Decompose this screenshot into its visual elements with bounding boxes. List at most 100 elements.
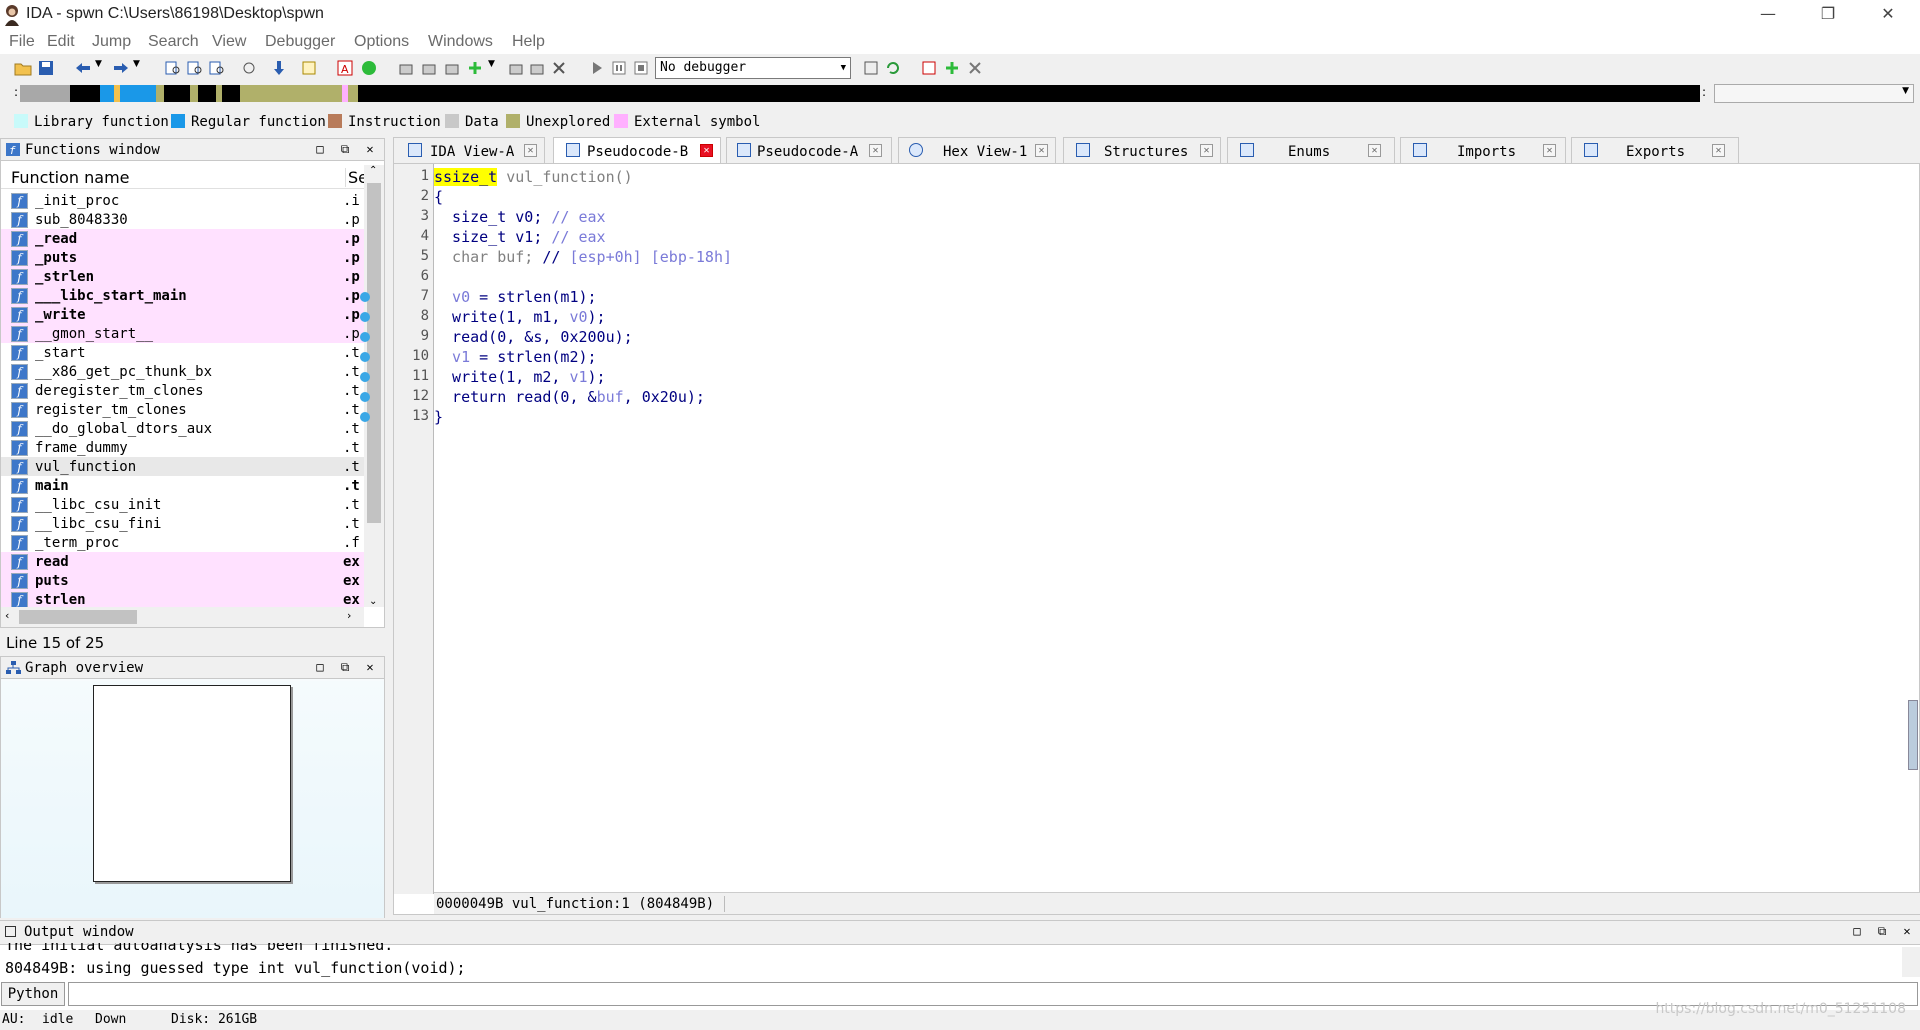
column-function-name[interactable]: Function name [11,168,130,187]
function-row[interactable]: f _puts .p [1,248,364,267]
breakpoint-dot-icon[interactable] [360,372,370,382]
tab-imports[interactable]: Imports ✕ [1400,137,1566,163]
menu-debugger[interactable]: Debugger [265,33,335,51]
function-row[interactable]: f strlen ex [1,590,364,607]
tab-structures[interactable]: Structures ✕ [1063,137,1221,163]
menu-view[interactable]: View [212,33,246,51]
functions-vertical-scrollbar[interactable]: ⌃ ⌄ [364,165,384,607]
function-row[interactable]: f puts ex [1,571,364,590]
menu-help[interactable]: Help [512,33,545,51]
pseudocode-editor[interactable]: 1 2 3 4 5 6 7 8 9 10 11 12 13 ssize_t vul_function()… [360,163,1920,915]
scrollbar-thumb[interactable] [367,183,381,523]
data-icon[interactable] [420,59,438,77]
code-line-6[interactable] [434,268,443,286]
breakpoint-dot-icon[interactable] [360,312,370,322]
code-line-3[interactable]: size_t v0; // eax [434,208,606,226]
menu-file[interactable]: File [9,33,35,51]
tab-exports[interactable]: Exports ✕ [1571,137,1739,163]
function-row[interactable]: f __libc_csu_fini .t [1,514,364,533]
tab-close-icon[interactable]: ✕ [1200,144,1213,157]
function-row[interactable]: f __libc_csu_init .t [1,495,364,514]
search-immediate-icon[interactable] [208,59,226,77]
undefine-icon[interactable] [443,59,461,77]
code-line-12[interactable]: return read(0, &buf, 0x20u); [434,388,705,406]
scroll-down-icon[interactable]: ⌄ [369,596,377,607]
function-row[interactable]: f deregister_tm_clones .t [1,381,364,400]
code-line-9[interactable]: read(0, &s, 0x200u); [434,328,633,346]
code-line-7[interactable]: v0 = strlen(m1); [434,288,597,306]
breakpoint-dot-icon[interactable] [360,352,370,362]
menu-jump[interactable]: Jump [92,33,131,51]
function-row[interactable]: f __x86_get_pc_thunk_bx .t [1,362,364,381]
green-circle-icon[interactable] [360,59,378,77]
function-row[interactable]: f vul_function .t [1,457,364,476]
menu-edit[interactable]: Edit [47,33,75,51]
float-icon[interactable]: ⧉ [338,660,352,674]
functions-horizontal-scrollbar[interactable]: ‹ › [1,607,364,627]
output-scrollbar[interactable] [1902,947,1920,977]
tab-close-icon[interactable]: ✕ [1543,144,1556,157]
tab-close-icon[interactable]: ✕ [700,144,713,157]
code-line-13[interactable]: } [434,408,443,426]
function-row[interactable]: f sub_8048330 .p [1,210,364,229]
graph-overview-canvas[interactable] [1,681,384,918]
maximize-icon[interactable]: □ [1850,924,1864,938]
enum-icon[interactable] [528,59,546,77]
scroll-left-icon[interactable]: ‹ [5,609,9,622]
function-row[interactable]: f register_tm_clones .t [1,400,364,419]
search-next-icon[interactable] [240,59,258,77]
back-arrow-icon[interactable] [74,59,92,77]
breakpoint-dot-icon[interactable] [360,332,370,342]
mark-icon[interactable] [300,59,318,77]
delete-x-icon[interactable] [550,59,568,77]
tab-pseudocode-a[interactable]: Pseudocode-A ✕ [726,137,892,163]
code-line-10[interactable]: v1 = strlen(m2); [434,348,597,366]
menu-options[interactable]: Options [354,33,409,51]
code-icon[interactable] [397,59,415,77]
scroll-right-icon[interactable]: › [347,609,351,622]
pseudocode-text[interactable]: ssize_t vul_function() { size_t v0; // e… [434,164,1919,894]
function-row[interactable]: f _start .t [1,343,364,362]
code-line-1[interactable]: ssize_t vul_function() [434,168,633,186]
pause-icon[interactable] [610,59,628,77]
float-icon[interactable]: ⧉ [338,142,352,156]
close-icon[interactable]: ✕ [363,660,377,674]
function-row[interactable]: f __gmon_start__ .p [1,324,364,343]
graph-viewport-frame[interactable] [93,685,291,882]
add-breakpoint-icon[interactable] [943,59,961,77]
play-icon[interactable] [588,59,606,77]
search-binary-icon[interactable] [186,59,204,77]
breakpoint-dot-icon[interactable] [360,392,370,402]
tab-ida-view-a[interactable]: IDA View-A ✕ [393,137,545,163]
function-row[interactable]: f ___libc_start_main .p [1,286,364,305]
back-dropdown-icon[interactable]: ▼ [95,59,113,77]
tab-close-icon[interactable]: ✕ [1368,144,1381,157]
close-icon[interactable]: ✕ [1900,924,1914,938]
breakpoint-list-icon[interactable] [920,59,938,77]
open-folder-icon[interactable] [14,59,32,77]
function-row[interactable]: f _strlen .p [1,267,364,286]
breakpoint-dot-icon[interactable] [360,412,370,422]
refresh-icon[interactable] [884,59,902,77]
scrollbar-thumb[interactable] [19,610,137,624]
right-edge-grip[interactable] [1908,700,1918,770]
code-line-8[interactable]: write(1, m1, v0); [434,308,606,326]
menu-search[interactable]: Search [148,33,199,51]
struct-icon[interactable] [507,59,525,77]
breakpoint-dot-icon[interactable] [360,292,370,302]
float-icon[interactable]: ⧉ [1875,924,1889,938]
attach-icon[interactable] [862,59,880,77]
tab-close-icon[interactable]: ✕ [1035,144,1048,157]
forward-dropdown-icon[interactable]: ▼ [133,59,151,77]
minimize-button[interactable]: — [1740,0,1796,30]
function-row[interactable]: f read ex [1,552,364,571]
tab-close-icon[interactable]: ✕ [524,144,537,157]
code-line-2[interactable]: { [434,188,443,206]
code-line-4[interactable]: size_t v1; // eax [434,228,606,246]
maximize-icon[interactable]: □ [313,660,327,674]
trace-icon[interactable] [966,59,984,77]
text-mode-icon[interactable]: A [336,59,354,77]
add-dropdown-icon[interactable]: ▼ [488,59,506,77]
jump-down-icon[interactable] [270,59,288,77]
tab-close-icon[interactable]: ✕ [869,144,882,157]
